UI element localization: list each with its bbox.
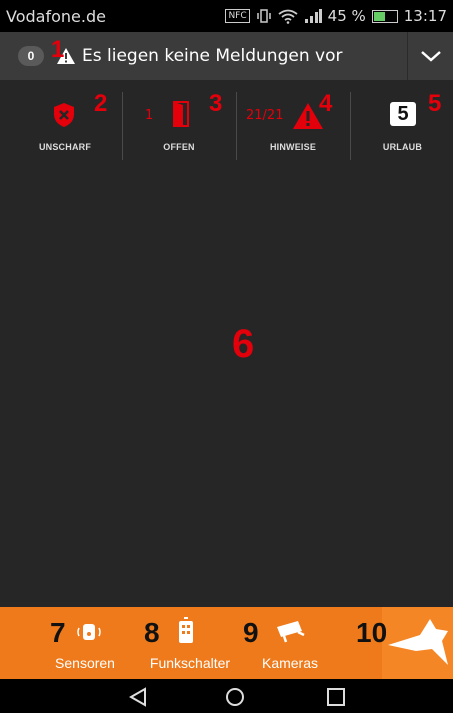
annotation-5: 5 — [428, 90, 442, 117]
divider — [350, 92, 351, 160]
sensoren-label: Sensoren — [55, 655, 115, 671]
open-door-icon — [173, 101, 189, 127]
main-content-area — [0, 162, 453, 607]
kameras-label: Kameras — [261, 655, 319, 671]
divider — [122, 92, 123, 160]
unscharf-label: UNSCHARF — [38, 142, 92, 152]
annotation-7: 7 — [50, 617, 66, 648]
back-triangle-icon[interactable] — [128, 687, 148, 707]
wifi-icon — [278, 9, 298, 24]
clock: 13:17 — [403, 7, 447, 25]
signal-icon — [304, 9, 322, 23]
camera-icon — [277, 621, 305, 643]
annotation-2: 2 — [94, 90, 108, 117]
divider — [236, 92, 237, 160]
remote-switch-icon — [179, 617, 193, 643]
back-button[interactable] — [382, 607, 453, 679]
home-circle-icon[interactable] — [225, 687, 245, 707]
hinweise-label: HINWEISE — [269, 142, 317, 152]
urlaub-label: URLAUB — [382, 142, 423, 152]
recent-apps-icon[interactable] — [326, 687, 346, 707]
carrier-name: Vodafone.de — [6, 6, 106, 26]
system-status-bar: Vodafone.de NFC 45 % 13:17 — [0, 0, 453, 32]
shield-disarmed-icon — [54, 103, 74, 127]
open-count: 1 — [145, 108, 154, 123]
message-bar[interactable]: 0 Es liegen keine Meldungen vor — [0, 32, 453, 80]
status-icons: NFC 45 % 13:17 — [225, 7, 447, 25]
annotation-4: 4 — [319, 90, 333, 117]
expand-messages-button[interactable] — [407, 32, 453, 80]
hint-count: 21/21 — [246, 108, 284, 123]
message-summary[interactable]: Es liegen keine Meldungen vor — [52, 32, 407, 80]
urlaub-value: 5 — [390, 102, 416, 126]
message-count-badge: 0 — [18, 46, 44, 66]
vibrate-icon — [256, 9, 271, 23]
offen-label: OFFEN — [163, 142, 195, 152]
battery-percent: 45 % — [327, 7, 366, 25]
fox-logo-icon — [388, 619, 448, 665]
chevron-down-icon — [420, 51, 441, 62]
status-row: UNSCHARF 1 OFFEN 21/21 HINWEISE 5 URLAUB — [0, 80, 453, 162]
annotation-10: 10 — [356, 617, 388, 648]
message-text: Es liegen keine Meldungen vor — [82, 46, 343, 66]
annotation-8: 8 — [144, 617, 160, 648]
annotation-9: 9 — [243, 617, 259, 648]
battery-icon — [371, 9, 398, 23]
android-nav-bar — [0, 679, 453, 713]
annotation-3: 3 — [209, 90, 223, 117]
annotation-1: 1 — [51, 36, 65, 63]
funkschalter-label: Funkschalter — [149, 655, 231, 671]
sensor-icon — [77, 624, 101, 640]
annotation-6: 6 — [232, 322, 255, 366]
nfc-icon: NFC — [225, 9, 250, 23]
